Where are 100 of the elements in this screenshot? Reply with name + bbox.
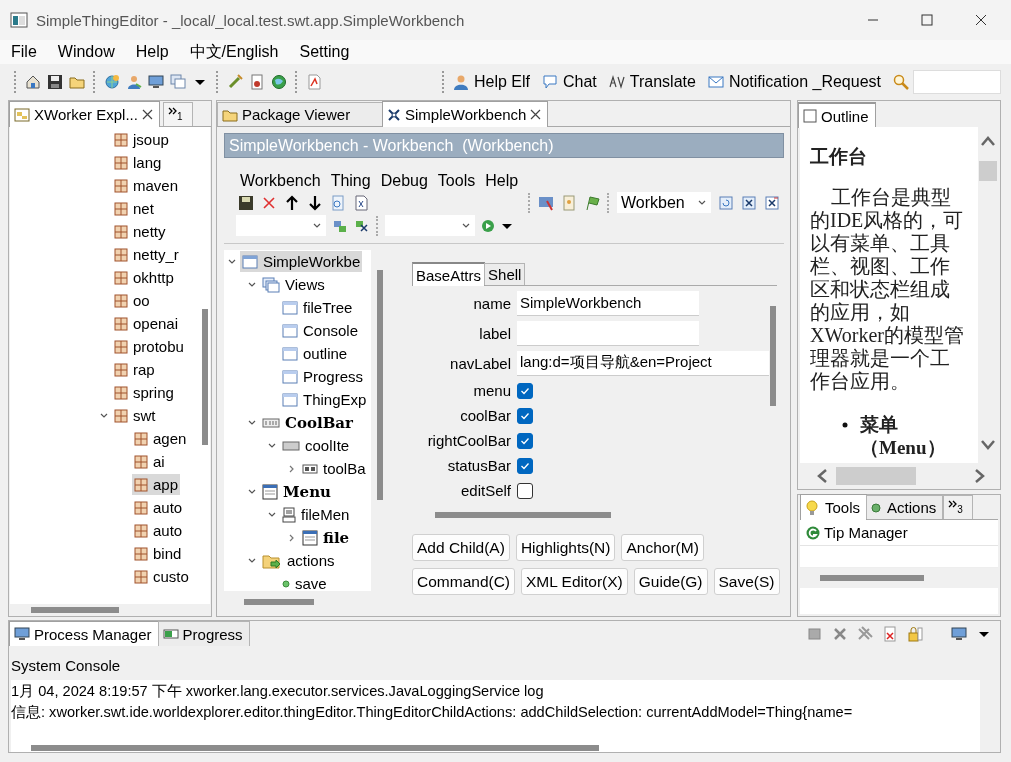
tree-item[interactable]: SimpleWorkbe [240,251,363,272]
close-icon[interactable] [530,109,542,120]
tree-item[interactable]: bind [132,543,184,564]
document-icon[interactable] [882,626,898,642]
thing-icon[interactable] [741,194,757,211]
tree-item[interactable]: netty_r [112,244,181,265]
scroll-up-icon[interactable] [980,135,996,147]
tree-item[interactable]: CoolBar [260,412,355,433]
document-icon[interactable] [306,74,322,90]
tree-item[interactable]: spring [112,382,176,403]
button[interactable]: XML Editor(X) [521,568,628,595]
scroll-left-icon[interactable] [816,468,828,485]
checkbox[interactable] [517,457,533,474]
wand-icon[interactable] [227,74,243,90]
windows-icon[interactable] [170,74,186,90]
tree-item[interactable]: coolIte [280,435,352,456]
run-icon[interactable] [481,218,495,233]
button[interactable]: Command(C) [412,568,515,595]
tree-item[interactable]: actions [260,550,337,571]
input-field[interactable] [517,320,699,346]
tree-item[interactable]: Views [260,274,327,295]
more-tabs-icon[interactable] [167,107,177,115]
scroll-down-icon[interactable] [980,439,996,452]
input-field[interactable]: lang:d=项目导航&en=Project [517,350,769,376]
lock-icon[interactable] [907,626,923,642]
tab[interactable]: SimpleWorkbench [382,101,549,127]
tree-item[interactable]: auto [132,520,185,541]
up-arrow-icon[interactable] [284,194,300,211]
tree-item[interactable]: lang [112,152,164,173]
tree-item[interactable]: net [112,198,156,219]
menubar-entry[interactable]: File [11,43,37,61]
tree-item[interactable]: agen [132,428,189,449]
menubar-entry[interactable]: 中文/English [189,41,279,63]
tree-item[interactable]: fileTree [280,297,355,318]
checkbox[interactable] [517,432,533,449]
folder-icon[interactable] [69,74,85,90]
save-icon[interactable] [47,74,63,90]
menubar-entry[interactable]: Help [135,43,169,61]
home-icon[interactable] [25,74,41,90]
input-field[interactable]: SimpleWorkbench [517,290,699,316]
thing-icon[interactable] [764,194,780,211]
menubar-entry[interactable]: Setting [299,43,350,61]
tab[interactable]: Actions [866,495,944,519]
toolbar-link[interactable]: Chat [542,73,597,91]
tab[interactable]: Tools [800,494,868,520]
tree-item[interactable]: outline [280,343,350,364]
tab[interactable]: XWorker Expl... [9,101,160,127]
close-icon[interactable] [975,14,987,26]
scroll-right-icon[interactable] [974,468,986,485]
tree-item[interactable]: toolBa [300,458,368,479]
search-field[interactable] [913,70,1001,94]
delete-icon[interactable] [261,194,277,211]
tree-item[interactable]: file [300,527,352,548]
tree-item[interactable]: oo [112,290,152,311]
flag-icon[interactable] [584,194,600,211]
monitor-icon[interactable] [148,74,164,90]
tree-item[interactable]: Console [280,320,361,341]
tree-item[interactable]: jsoup [112,129,171,150]
tab[interactable]: Progress [157,621,250,646]
tree-item[interactable]: Menu [260,481,333,502]
menubar-entry[interactable]: Debug [380,171,428,190]
tab[interactable]: Process Manager [9,621,159,646]
tree-item[interactable]: custo [132,566,191,587]
menubar-entry[interactable]: Help [485,171,519,190]
button[interactable]: Guide(G) [633,568,708,595]
button[interactable]: Save(S) [713,568,780,595]
tree-item[interactable]: maven [112,175,181,196]
dropdown[interactable]: Workben [617,192,711,213]
tree-item[interactable]: openai [112,313,181,334]
button[interactable]: Highlights(N) [515,534,616,561]
tree-item[interactable]: auto [132,497,185,518]
tab[interactable]: Package Viewer [217,102,383,126]
toolbar-link[interactable]: Notification _Request [707,73,881,91]
button[interactable]: Anchor(M) [621,534,704,561]
tree-item[interactable]: protobu [112,336,186,357]
down-arrow-icon[interactable] [307,194,323,211]
save-icon[interactable] [238,194,254,211]
globe-icon[interactable] [104,74,120,90]
close-icon[interactable] [141,109,153,120]
refresh-icon[interactable] [718,194,734,211]
menubar-entry[interactable]: Workbench [240,171,321,190]
tree-item[interactable]: save [280,573,329,591]
menubar-entry[interactable]: Thing [330,171,371,190]
maximize-icon[interactable] [921,14,933,26]
more-tabs-icon[interactable] [948,500,958,508]
checkbox[interactable] [517,382,533,399]
tab[interactable]: Outline [798,102,876,128]
tab[interactable]: Shell [484,263,526,285]
tool-icon[interactable] [538,194,554,211]
toolbar-link[interactable]: Translate [608,73,696,91]
search-document-icon[interactable] [330,194,346,211]
monitor-icon[interactable] [951,626,967,642]
tree-item[interactable]: Progress [280,366,366,387]
tree-item[interactable]: netty [112,221,168,242]
toolbar-link[interactable]: Help Elf [452,73,530,91]
tree-item[interactable]: swt [112,405,158,426]
menubar-entry[interactable]: Tools [437,171,476,190]
document-icon[interactable] [249,74,265,90]
tree-item[interactable]: ai [132,451,167,472]
tab[interactable]: BaseAttrs [412,262,486,286]
